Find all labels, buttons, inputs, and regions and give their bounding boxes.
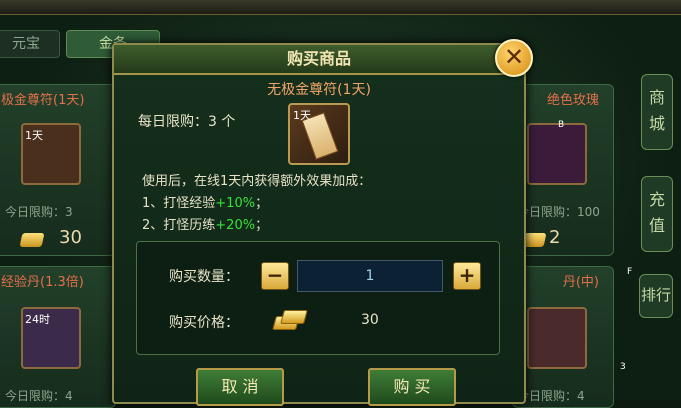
desc-intro: 使用后，在线1天内获得额外效果加成： (142, 174, 372, 189)
desc-text: 1、打怪经验 (142, 196, 216, 211)
desc-text: ； (255, 196, 269, 211)
shop-card[interactable]: 绝色玫瑰 今日限购：100 2 (512, 84, 614, 256)
item-thumbnail: 24时 (21, 307, 81, 369)
tab-yuanbao[interactable]: 元宝 (0, 30, 60, 58)
item-icon: 1天 (288, 103, 350, 165)
item-name: 无极金尊符(1天) (267, 82, 371, 98)
side-tab-shop[interactable]: 商城 (641, 74, 673, 150)
gold-bar-icon (19, 233, 45, 247)
purchase-dialog: 购买商品 无极金尊符(1天) 每日限购：3 个 1天 使用后，在线1天内获得额外… (112, 43, 526, 406)
buy-button[interactable]: 购 买 (368, 368, 456, 406)
card-title: 极金尊符(1天) (1, 93, 85, 108)
price-label: 购买价格： (169, 315, 239, 331)
item-badge: 24时 (25, 313, 50, 326)
top-frame (0, 0, 681, 15)
card-title: 绝色玫瑰 (546, 93, 599, 108)
quantity-input[interactable]: 1 (297, 260, 443, 292)
bonus-value: +10% (215, 196, 256, 211)
card-limit: 今日限购：4 (5, 389, 73, 403)
side-tab-recharge[interactable]: 充值 (641, 176, 673, 252)
shop-card[interactable]: 丹(中) 今日限购：4 (512, 266, 614, 408)
bonus-value: +20% (215, 218, 256, 233)
daily-limit: 每日限购：3 个 (138, 114, 236, 130)
card-price: 30 (59, 227, 82, 248)
stray-mark: B (558, 120, 565, 130)
plus-button[interactable]: + (453, 262, 481, 290)
stray-mark: 3 (620, 362, 626, 372)
item-badge: 1天 (293, 109, 311, 122)
minus-button[interactable]: − (261, 262, 289, 290)
card-title: 经验丹(1.3倍) (1, 275, 84, 290)
quantity-label: 购买数量： (169, 269, 239, 285)
item-thumbnail (527, 307, 587, 369)
quantity-panel: 购买数量： − 1 + 购买价格： 30 (136, 241, 500, 355)
card-title: 丹(中) (562, 275, 599, 290)
desc-text: ； (255, 218, 269, 233)
dialog-title: 购买商品 (114, 45, 524, 75)
item-description: 使用后，在线1天内获得额外效果加成： 1、打怪经验+10%； 2、打怪历练+20… (142, 171, 371, 237)
item-badge: 1天 (25, 129, 43, 142)
card-price: 2 (549, 227, 561, 248)
price-value: 30 (361, 312, 379, 328)
desc-line: 1、打怪经验+10%； (142, 193, 371, 215)
stray-mark: F (627, 267, 633, 277)
cancel-button[interactable]: 取 消 (196, 368, 284, 406)
desc-text: 2、打怪历练 (142, 218, 216, 233)
desc-line: 2、打怪历练+20%； (142, 215, 371, 237)
card-limit: 今日限购：100 (517, 205, 600, 219)
shop-card[interactable]: 极金尊符(1天) 1天 今日限购：3 30 (0, 84, 116, 256)
close-button[interactable]: ✕ (495, 39, 533, 77)
card-limit: 今日限购：3 (5, 205, 73, 219)
side-tab-ranking[interactable]: 排行 (639, 274, 673, 318)
item-thumbnail (527, 123, 587, 185)
shop-card[interactable]: 经验丹(1.3倍) 24时 今日限购：4 (0, 266, 116, 408)
card-limit: 今日限购：4 (517, 389, 585, 403)
gold-bar-icon (272, 308, 308, 330)
item-thumbnail: 1天 (21, 123, 81, 185)
